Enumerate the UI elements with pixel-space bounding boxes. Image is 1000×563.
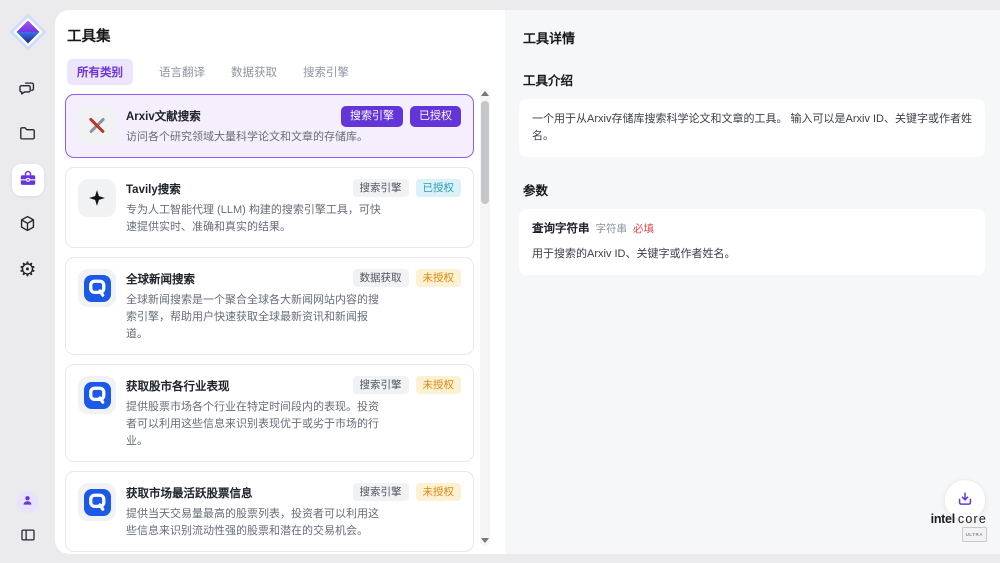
nav-folder[interactable] xyxy=(12,119,44,151)
intel-text: intel xyxy=(931,512,955,526)
tool-list-pane: 工具集 所有类别 语言翻译 数据获取 搜索引擎 Arxiv文献搜索 访问各个研究… xyxy=(55,10,505,554)
intro-text: 一个用于从Arxiv存储库搜索科学论文和文章的工具。 输入可以是Arxiv ID… xyxy=(532,113,972,142)
panel-icon xyxy=(19,526,37,547)
auth-badge: 未授权 xyxy=(416,269,462,287)
core-text: core xyxy=(958,512,987,526)
category-badge: 搜索引擎 xyxy=(353,376,409,394)
ultra-badge: ULTRA xyxy=(962,527,987,542)
param-type: 字符串 xyxy=(596,221,628,237)
tool-description: 专为人工智能代理 (LLM) 构建的搜索引擎工具，可快速提供实时、准确和真实的结… xyxy=(126,202,382,236)
category-badge: 搜索引擎 xyxy=(353,483,409,501)
rail-bottom xyxy=(14,491,42,550)
main-panel: 工具集 所有类别 语言翻译 数据获取 搜索引擎 Arxiv文献搜索 访问各个研究… xyxy=(55,10,1000,554)
gear-icon: ⚙ xyxy=(19,260,37,280)
tool-title: 获取市场最活跃股票信息 xyxy=(126,483,382,501)
scrollbar-thumb[interactable] xyxy=(481,101,489,204)
toolbox-icon xyxy=(18,169,38,192)
tab-data-fetch[interactable]: 数据获取 xyxy=(231,64,277,80)
collapse-panel[interactable] xyxy=(14,522,42,550)
category-badge: 数据获取 xyxy=(353,269,409,287)
param-card: 查询字符串 字符串 必填 用于搜索的Arxiv ID、关键字或作者姓名。 xyxy=(519,209,985,275)
category-badge: 搜索引擎 xyxy=(341,106,403,127)
scroll-down-arrow-icon[interactable] xyxy=(481,538,489,543)
detail-title: 工具详情 xyxy=(523,28,985,47)
tool-description: 全球新闻搜索是一个聚合全球各大新闻网站内容的搜索引擎，帮助用户快速获取全球最新资… xyxy=(126,292,382,343)
tab-all-categories[interactable]: 所有类别 xyxy=(67,59,133,85)
category-badge: 搜索引擎 xyxy=(353,179,409,197)
auth-badge: 未授权 xyxy=(416,376,462,394)
blue-e-icon xyxy=(78,483,116,521)
arxiv-icon xyxy=(78,106,116,144)
intro-card: 一个用于从Arxiv存储库搜索科学论文和文章的工具。 输入可以是Arxiv ID… xyxy=(519,99,985,157)
tab-search-engine[interactable]: 搜索引擎 xyxy=(303,64,349,80)
icon-rail: ⚙ xyxy=(0,0,55,563)
auth-badge: 已授权 xyxy=(410,106,461,127)
auth-badge: 未授权 xyxy=(416,483,462,501)
tool-detail-pane: 工具详情 工具介绍 一个用于从Arxiv存储库搜索科学论文和文章的工具。 输入可… xyxy=(505,10,1000,554)
tool-card-list: Arxiv文献搜索 访问各个研究领域大量科学论文和文章的存储库。 搜索引擎 已授… xyxy=(65,94,474,554)
rail-nav: ⚙ xyxy=(12,74,44,286)
tool-title: 全球新闻搜索 xyxy=(126,269,382,287)
params-heading: 参数 xyxy=(523,180,985,199)
param-required-flag: 必填 xyxy=(633,221,654,237)
tool-card[interactable]: 获取市场最活跃股票信息 提供当天交易量最高的股票列表，投资者可以利用这些信息来识… xyxy=(65,471,474,552)
nav-settings[interactable]: ⚙ xyxy=(12,254,44,286)
tool-title: Tavily搜索 xyxy=(126,179,382,197)
user-avatar[interactable] xyxy=(17,491,39,513)
tool-description: 提供股票市场各个行业在特定时间段内的表现。投资者可以利用这些信息来识别表现优于或… xyxy=(126,399,382,450)
person-icon xyxy=(20,493,35,511)
tool-card[interactable]: Arxiv文献搜索 访问各个研究领域大量科学论文和文章的存储库。 搜索引擎 已授… xyxy=(65,94,474,158)
param-name: 查询字符串 xyxy=(532,221,590,239)
cube-icon xyxy=(18,214,37,236)
chat-icon xyxy=(18,79,37,101)
app-root: ⚙ xyxy=(0,0,1000,563)
scrollbar xyxy=(480,88,490,546)
auth-badge: 已授权 xyxy=(416,179,462,197)
tool-title: 获取股市各行业表现 xyxy=(126,376,382,394)
category-tabs: 所有类别 语言翻译 数据获取 搜索引擎 xyxy=(65,59,505,85)
nav-toolbox[interactable] xyxy=(12,164,44,196)
star-icon xyxy=(78,179,116,217)
folder-icon xyxy=(18,124,37,146)
app-logo-icon xyxy=(8,12,48,52)
tool-description: 提供当天交易量最高的股票列表，投资者可以利用这些信息来识别流动性强的股票和潜在的… xyxy=(126,506,382,540)
tab-language-translation[interactable]: 语言翻译 xyxy=(159,64,205,80)
scroll-up-arrow-icon[interactable] xyxy=(481,91,489,96)
nav-cube[interactable] xyxy=(12,209,44,241)
param-header: 查询字符串 字符串 必填 xyxy=(532,221,972,239)
param-description: 用于搜索的Arxiv ID、关键字或作者姓名。 xyxy=(532,246,972,263)
blue-e-icon xyxy=(78,269,116,307)
intro-heading: 工具介绍 xyxy=(523,70,985,89)
nav-chat[interactable] xyxy=(12,74,44,106)
tool-card[interactable]: 全球新闻搜索 全球新闻搜索是一个聚合全球各大新闻网站内容的搜索引擎，帮助用户快速… xyxy=(65,257,474,355)
intel-core-logo: intelcore ULTRA xyxy=(931,513,987,542)
tool-card[interactable]: 获取股市各行业表现 提供股票市场各个行业在特定时间段内的表现。投资者可以利用这些… xyxy=(65,364,474,462)
blue-e-icon xyxy=(78,376,116,414)
page-title: 工具集 xyxy=(67,25,505,46)
tool-card[interactable]: Tavily搜索 专为人工智能代理 (LLM) 构建的搜索引擎工具，可快速提供实… xyxy=(65,167,474,248)
download-icon xyxy=(955,489,975,512)
tool-description: 访问各个研究领域大量科学论文和文章的存储库。 xyxy=(126,129,382,146)
